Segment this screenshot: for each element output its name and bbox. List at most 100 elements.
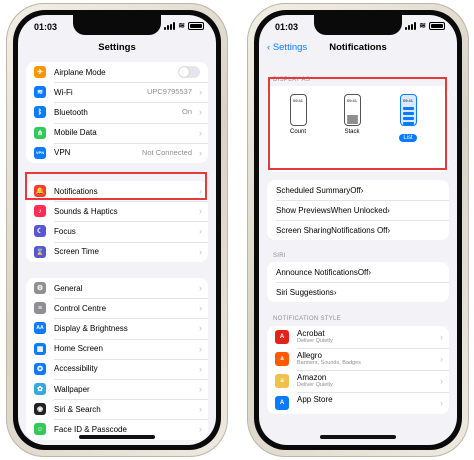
row-label: Sounds & Haptics [54,206,118,216]
settings-row[interactable]: ⚙ General › [26,278,208,298]
summary-group: Scheduled Summary Off › Show Previews When U… [267,180,449,240]
chevron-right-icon: › [199,424,202,435]
chevron-right-icon: › [199,107,202,118]
chevron-right-icon: › [199,283,202,293]
settings-row[interactable]: ◉ Siri & Search › [26,399,208,419]
chevron-right-icon: › [440,398,443,408]
settings-row[interactable]: Announce Notifications Off › [267,262,449,282]
settings-row[interactable]: Siri Suggestions › [267,282,449,302]
app-notification-style: Banners, Sounds, Badges [297,360,361,366]
row-label: Screen Sharing [276,225,332,235]
grid-icon: ▦ [34,342,46,355]
siri-icon: ◉ [34,403,46,416]
antenna-icon: ⋔ [34,126,46,139]
app-notification-style: Deliver Quietly [297,382,333,388]
settings-row[interactable]: ✈ Airplane Mode [26,62,208,82]
app-row[interactable]: A Acrobat Deliver Quietly › [267,326,449,348]
chevron-right-icon: › [199,404,202,415]
flower-icon: ✿ [34,382,46,395]
chevron-right-icon: › [440,332,443,342]
chevron-right-icon: › [199,226,202,237]
chevron-right-icon: › [199,206,202,217]
display-as-highlight-box [268,77,447,170]
chevron-right-icon: › [199,127,202,138]
row-label: Announce Notifications [276,267,358,277]
app-row[interactable]: a Allegro Banners, Sounds, Badges › [267,348,449,370]
settings-row[interactable]: ᛒ Bluetooth On › [26,102,208,122]
back-label: Settings [272,42,308,53]
general-group: ⚙ General › ≡ Control Centre › AA Display & Bri… [26,278,208,440]
vpn-icon: VPN [34,146,46,159]
settings-row[interactable]: ✪ Accessibility › [26,358,208,379]
settings-row[interactable]: ⌛ Screen Time › [26,241,208,262]
row-label: Control Centre [54,303,107,313]
row-label: Siri & Search [54,404,101,414]
row-label: Home Screen [54,344,103,354]
chevron-right-icon: › [360,185,364,195]
settings-row[interactable]: ≋ Wi-Fi UPC9795537 › [26,82,208,102]
settings-row[interactable]: VPN VPN Not Connected › [26,142,208,163]
settings-row[interactable]: Scheduled Summary Off › [267,180,449,200]
row-label: General [54,283,83,293]
app-name: Acrobat [297,329,325,338]
row-value: When Unlocked [330,205,388,215]
chevron-right-icon: › [440,376,443,386]
settings-row[interactable]: ⋔ Mobile Data › [26,122,208,143]
face-id-icon: ☺ [34,423,46,436]
settings-row[interactable]: AA Display & Brightness › [26,318,208,338]
toggle-switch[interactable] [178,66,200,78]
nav-bar: ‹ Settings Notifications [259,37,457,59]
back-button[interactable]: ‹ Settings [267,37,307,59]
row-label: Mobile Data [54,128,97,138]
chevron-right-icon: › [440,354,443,364]
app-row[interactable]: A App Store › [267,392,449,414]
row-value: UPC9795537 [146,87,192,97]
chevron-right-icon: › [199,303,202,314]
row-label: Airplane Mode [54,67,106,77]
chevron-right-icon: › [387,205,390,215]
row-label: VPN [54,148,71,158]
allegro-icon: a [275,352,289,366]
row-value: On [181,107,192,117]
bluetooth-icon: ᛒ [34,106,46,119]
moon-icon: ☾ [34,225,46,238]
app-row[interactable]: a Amazon Deliver Quietly › [267,370,449,392]
settings-row[interactable]: ✿ Wallpaper › [26,378,208,399]
battery-icon [429,21,445,30]
nav-bar: Settings [18,37,216,59]
chevron-right-icon: › [199,87,202,98]
notch [314,15,402,35]
chevron-right-icon: › [199,343,202,354]
row-label: Accessibility [54,364,98,374]
row-label: Face ID & Passcode [54,424,127,434]
airplane-icon: ✈ [34,66,46,78]
settings-row[interactable]: Screen Sharing Notifications Off › [267,220,449,240]
status-time: 01:03 [275,22,299,32]
chevron-right-icon: › [387,225,391,235]
left-phone: 01:03 ≋ Settings ✈ Airplane Mode ≋ Wi-Fi UPC… [6,3,228,457]
row-label: Scheduled Summary [276,185,351,195]
row-value: Off [357,267,369,277]
home-indicator [320,435,396,439]
row-value: Not Connected [141,147,192,157]
chevron-right-icon: › [199,246,202,257]
row-label: Focus [54,226,76,236]
status-time: 01:03 [34,22,58,32]
settings-row[interactable]: ▦ Home Screen › [26,338,208,359]
phone-bezel: 01:03 ≋ ‹ Settings Notifications DISPLAY… [254,10,462,450]
connectivity-group: ✈ Airplane Mode ≋ Wi-Fi UPC9795537 › ᛒ Bluetoot… [26,62,208,163]
settings-row[interactable]: ☾ Focus › [26,221,208,241]
text-size-icon: AA [34,322,46,335]
row-label: Wi-Fi [54,87,73,97]
app-notification-style: Deliver Quietly [297,338,333,344]
sliders-icon: ≡ [34,302,46,315]
signal-icon [164,21,176,30]
settings-row[interactable]: Show Previews When Unlocked › [267,200,449,220]
settings-row[interactable]: ♪ Sounds & Haptics › [26,201,208,221]
settings-screen: 01:03 ≋ Settings ✈ Airplane Mode ≋ Wi-Fi UPC… [18,15,216,445]
settings-row[interactable]: ≡ Control Centre › [26,298,208,318]
chevron-right-icon: › [199,323,202,334]
wifi-status-icon: ≋ [178,21,185,30]
app-name: Amazon [297,373,327,382]
row-value: Notifications Off [331,225,388,235]
